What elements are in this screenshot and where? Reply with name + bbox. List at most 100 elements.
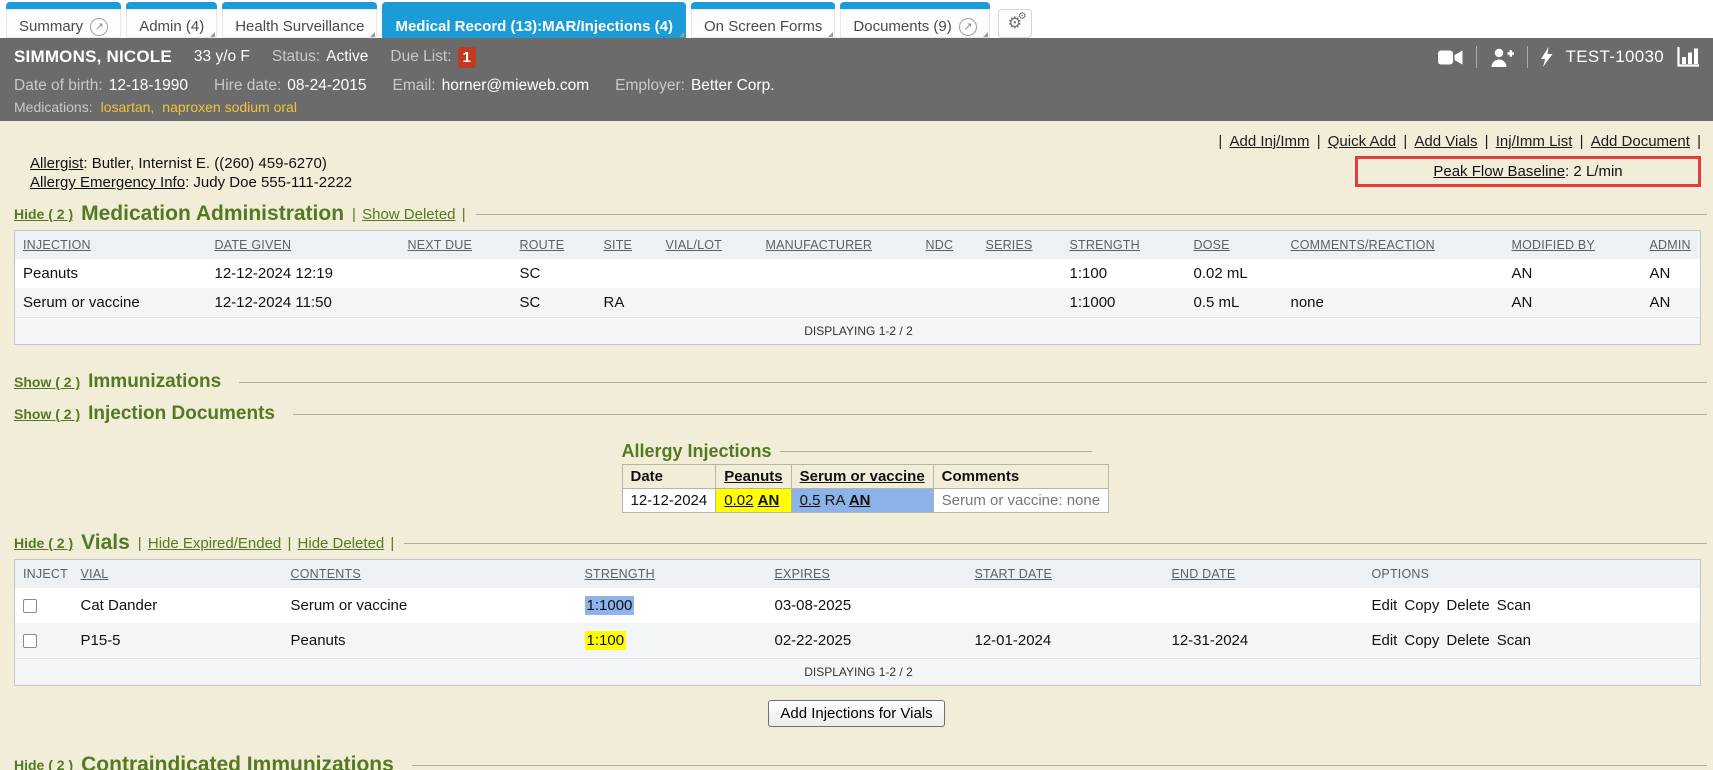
injection-documents-show-link[interactable]: Show ( 2 ) (14, 406, 80, 422)
tab-health-surveillance[interactable]: Health Surveillance (222, 2, 377, 38)
col-modified-by[interactable]: MODIFIED BY (1508, 231, 1646, 260)
add-vials-link[interactable]: Add Vials (1414, 133, 1477, 150)
add-inj-imm-link[interactable]: Add Inj/Imm (1229, 133, 1309, 150)
add-injections-for-vials-button[interactable]: Add Injections for Vials (768, 700, 944, 727)
table-row: Peanuts 12-12-2024 12:19 SC 1:100 0.02 m… (15, 259, 1701, 288)
section-rule (476, 214, 1707, 215)
col-comments-reaction[interactable]: COMMENTS/REACTION (1287, 231, 1508, 260)
tab-documents[interactable]: Documents (9) ↗ (840, 2, 989, 38)
allergy-emergency-info-link[interactable]: Allergy Emergency Info (30, 174, 185, 191)
col-site[interactable]: SITE (600, 231, 662, 260)
video-camera-icon[interactable] (1438, 49, 1463, 66)
add-document-link[interactable]: Add Document (1591, 133, 1690, 150)
scan-link[interactable]: Scan (1497, 597, 1531, 614)
cell-strength: 1:1000 (581, 588, 771, 623)
cell-site (600, 259, 662, 288)
section-rule (404, 543, 1707, 544)
dob-value: 12-18-1990 (109, 77, 188, 95)
cell-vial: Cat Dander (77, 588, 287, 623)
col-injection[interactable]: INJECTION (15, 231, 211, 260)
lightning-bolt-icon[interactable] (1541, 47, 1553, 67)
medication-link-losartan[interactable]: losartan, (101, 99, 155, 115)
quick-add-link[interactable]: Quick Add (1328, 133, 1396, 150)
settings-button[interactable]: ⚙⚙ (998, 9, 1032, 38)
hire-date-value: 08-24-2015 (287, 77, 366, 95)
col-strength[interactable]: STRENGTH (581, 560, 771, 589)
col-dose[interactable]: DOSE (1190, 231, 1287, 260)
status-label: Status: (272, 48, 320, 66)
col-start-date[interactable]: START DATE (971, 560, 1168, 589)
col-vial-lot[interactable]: VIAL/LOT (662, 231, 762, 260)
edit-link[interactable]: Edit (1372, 597, 1398, 614)
medication-link-naproxen[interactable]: naproxen sodium oral (162, 99, 297, 115)
col-end-date[interactable]: END DATE (1168, 560, 1368, 589)
add-person-icon[interactable] (1490, 48, 1514, 67)
tab-admin[interactable]: Admin (4) (126, 2, 217, 38)
edit-link[interactable]: Edit (1372, 632, 1398, 649)
col-ndc[interactable]: NDC (922, 231, 982, 260)
med-admin-hide-link[interactable]: Hide ( 2 ) (14, 206, 73, 222)
col-date-given[interactable]: DATE GIVEN (211, 231, 404, 260)
immunizations-show-link[interactable]: Show ( 2 ) (14, 374, 80, 390)
paging-status: DISPLAYING 1-2 / 2 (15, 318, 1701, 345)
tab-summary[interactable]: Summary ↗ (6, 2, 121, 38)
delete-link[interactable]: Delete (1446, 597, 1489, 614)
delete-link[interactable]: Delete (1446, 632, 1489, 649)
col-strength[interactable]: STRENGTH (1066, 231, 1190, 260)
inject-checkbox[interactable] (23, 634, 37, 648)
tab-on-screen-forms[interactable]: On Screen Forms (691, 2, 835, 38)
cell-start-date (971, 588, 1168, 623)
dose-link[interactable]: 0.02 (724, 492, 753, 509)
external-link-icon[interactable]: ↗ (959, 18, 977, 36)
dose-link[interactable]: 0.5 (800, 492, 821, 509)
col-expires[interactable]: EXPIRES (771, 560, 971, 589)
due-list-badge[interactable]: 1 (458, 47, 476, 68)
cell-dose: 0.5 mL (1190, 288, 1287, 318)
scan-link[interactable]: Scan (1497, 632, 1531, 649)
chart-tab-bar: Summary ↗ Admin (4) Health Surveillance … (0, 0, 1713, 38)
col-manufacturer[interactable]: MANUFACTURER (762, 231, 922, 260)
peak-flow-baseline-box: Peak Flow Baseline: 2 L/min (1355, 156, 1701, 187)
admin-initials-link[interactable]: AN (849, 492, 871, 509)
cell-comments: Serum or vaccine: none (933, 489, 1108, 513)
external-link-icon[interactable]: ↗ (90, 18, 108, 36)
allergy-emergency-value: : Judy Doe 555-111-2222 (185, 174, 352, 191)
allergist-link[interactable]: Allergist (30, 155, 83, 172)
vials-hide-link[interactable]: Hide ( 2 ) (14, 535, 73, 551)
col-admin[interactable]: ADMIN (1646, 231, 1701, 260)
copy-link[interactable]: Copy (1404, 597, 1439, 614)
col-serum-or-vaccine[interactable]: Serum or vaccine (791, 465, 933, 489)
cell-next-due (404, 288, 516, 318)
med-admin-title: Medication Administration (81, 202, 344, 226)
flowsheet-chart-icon[interactable] (1677, 47, 1699, 67)
cell-inject (15, 588, 77, 623)
col-vial[interactable]: VIAL (77, 560, 287, 589)
col-contents[interactable]: CONTENTS (287, 560, 581, 589)
show-deleted-link[interactable]: Show Deleted (362, 206, 455, 223)
patient-age-sex: 33 y/o F (194, 48, 250, 66)
hide-deleted-link[interactable]: Hide Deleted (298, 535, 385, 552)
vials-header: Hide ( 2 ) Vials | Hide Expired/Ended | … (0, 531, 1713, 555)
col-next-due[interactable]: NEXT DUE (404, 231, 516, 260)
cell-modified-by: AN (1508, 259, 1646, 288)
separator: | (138, 535, 142, 552)
tab-medical-record[interactable]: Medical Record (13):MAR/Injections (4) (382, 2, 686, 38)
vials-title: Vials (81, 531, 130, 555)
admin-initials-link[interactable]: AN (758, 492, 780, 509)
allergy-contact-info: Allergist: Butler, Internist E. ((260) 4… (30, 154, 352, 192)
cell-strength: 1:100 (1066, 259, 1190, 288)
col-series[interactable]: SERIES (982, 231, 1066, 260)
copy-link[interactable]: Copy (1404, 632, 1439, 649)
inject-checkbox[interactable] (23, 599, 37, 613)
hide-expired-ended-link[interactable]: Hide Expired/Ended (148, 535, 281, 552)
tab-medical-record-label: Medical Record (13):MAR/Injections (4) (395, 18, 673, 35)
col-peanuts[interactable]: Peanuts (716, 465, 791, 489)
contraindicated-hide-link[interactable]: Hide ( 2 ) (14, 757, 73, 770)
peak-flow-baseline-link[interactable]: Peak Flow Baseline (1433, 163, 1565, 180)
col-route[interactable]: ROUTE (516, 231, 600, 260)
cell-expires: 03-08-2025 (771, 588, 971, 623)
cell-ndc (922, 259, 982, 288)
cell-injection: Peanuts (15, 259, 211, 288)
inj-imm-list-link[interactable]: Inj/Imm List (1496, 133, 1573, 150)
allergy-injections-title: Allergy Injections (622, 441, 772, 462)
